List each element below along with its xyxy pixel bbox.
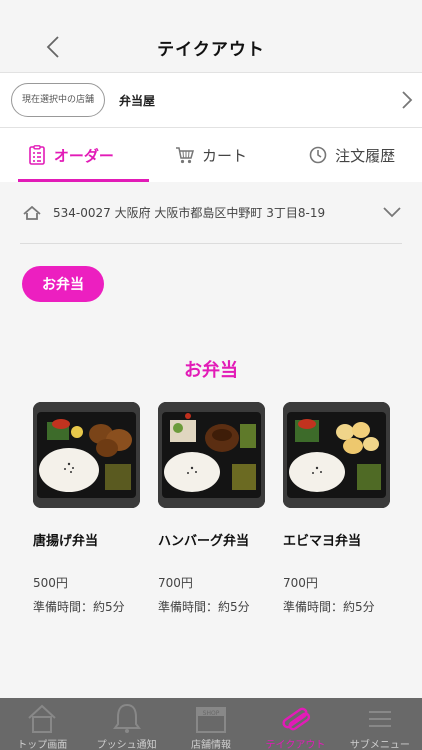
bottom-nav-submenu[interactable]: サブメニュー — [338, 698, 422, 750]
menu-item-name: エビマヨ弁当 — [283, 534, 362, 549]
bottom-nav-top[interactable]: トップ画面 — [0, 698, 84, 750]
tab-order-label: オーダー — [53, 146, 114, 165]
karaage-bento-image — [33, 402, 140, 508]
selected-store-badge: 現在選択中の店舗 — [11, 83, 105, 117]
tab-cart[interactable]: カート — [141, 128, 282, 182]
ebimayo-bento-image — [283, 402, 390, 508]
tab-order[interactable]: オーダー — [0, 128, 149, 182]
menu-item-price: 700円 — [158, 576, 193, 590]
takeout-icon — [282, 707, 311, 731]
bottom-nav-label: テイクアウト — [265, 740, 326, 750]
bottom-nav-label: サブメニュー — [349, 740, 410, 750]
tab-cart-label: カート — [202, 146, 248, 165]
menu-item-hamburg-bento[interactable]: ハンバーグ弁当 700円 準備時間：約5分 — [158, 402, 265, 615]
takeout-tabs: オーダー カート 注文履歴 — [0, 128, 422, 182]
home-icon — [23, 205, 41, 220]
menu-item-prep-time: 準備時間：約5分 — [283, 600, 375, 614]
back-button[interactable] — [38, 32, 68, 62]
tab-order-history-label: 注文履歴 — [335, 146, 396, 165]
order-content: 534-0027 大阪府 大阪市都島区中野町 3丁目8-19 — [0, 182, 422, 244]
menu-item-name: ハンバーグ弁当 — [158, 534, 250, 549]
menu-icon — [368, 711, 391, 727]
bottom-nav-label: トップ画面 — [17, 740, 68, 750]
category-chip-bento[interactable]: お弁当 — [22, 266, 104, 302]
address-text: 534-0027 大阪府 大阪市都島区中野町 3丁目8-19 — [53, 206, 326, 220]
menu-item-name: 唐揚げ弁当 — [33, 534, 99, 549]
menu-item-karaage-bento[interactable]: 唐揚げ弁当 500円 準備時間：約5分 — [33, 402, 140, 615]
address-selector[interactable]: 534-0027 大阪府 大阪市都島区中野町 3丁目8-19 — [20, 182, 402, 244]
chevron-right-icon — [402, 91, 413, 109]
section-title: お弁当 — [184, 360, 238, 381]
page-title: テイクアウト — [157, 39, 265, 60]
bottom-navigation: トップ画面 プッシュ通知 SHOP 店舗情報 テイクアウト サブメニュー — [0, 698, 422, 750]
store-selector[interactable]: 現在選択中の店舗 弁当屋 — [0, 72, 422, 128]
clock-icon — [309, 146, 327, 164]
navigation-bar: テイクアウト — [0, 22, 422, 72]
status-bar-area — [0, 0, 422, 22]
menu-item-prep-time: 準備時間：約5分 — [158, 600, 250, 614]
chevron-down-icon — [383, 207, 401, 218]
menu-grid: 唐揚げ弁当 500円 準備時間：約5分 ハンバーグ弁当 700円 準備時間：約5… — [33, 402, 390, 615]
bottom-nav-push[interactable]: プッシュ通知 — [84, 698, 168, 750]
chevron-left-icon — [46, 36, 59, 58]
bottom-nav-takeout[interactable]: テイクアウト — [253, 698, 337, 750]
menu-item-price: 500円 — [33, 576, 68, 590]
home-icon — [28, 704, 56, 733]
menu-item-price: 700円 — [283, 576, 318, 590]
order-list-icon — [29, 145, 45, 165]
hamburg-bento-image — [158, 402, 265, 508]
shop-icon-text: SHOP — [203, 710, 220, 717]
bottom-nav-label: 店舗情報 — [191, 740, 232, 750]
menu-item-prep-time: 準備時間：約5分 — [33, 600, 125, 614]
bell-icon — [112, 703, 141, 733]
menu-item-ebimayo-bento[interactable]: エビマヨ弁当 700円 準備時間：約5分 — [283, 402, 390, 615]
tab-order-history[interactable]: 注文履歴 — [281, 128, 422, 182]
shop-icon: SHOP — [196, 707, 227, 733]
bottom-nav-label: プッシュ通知 — [96, 740, 157, 750]
cart-icon — [176, 147, 194, 164]
bottom-nav-shop-info[interactable]: SHOP 店舗情報 — [169, 698, 253, 750]
store-name: 弁当屋 — [119, 93, 156, 108]
